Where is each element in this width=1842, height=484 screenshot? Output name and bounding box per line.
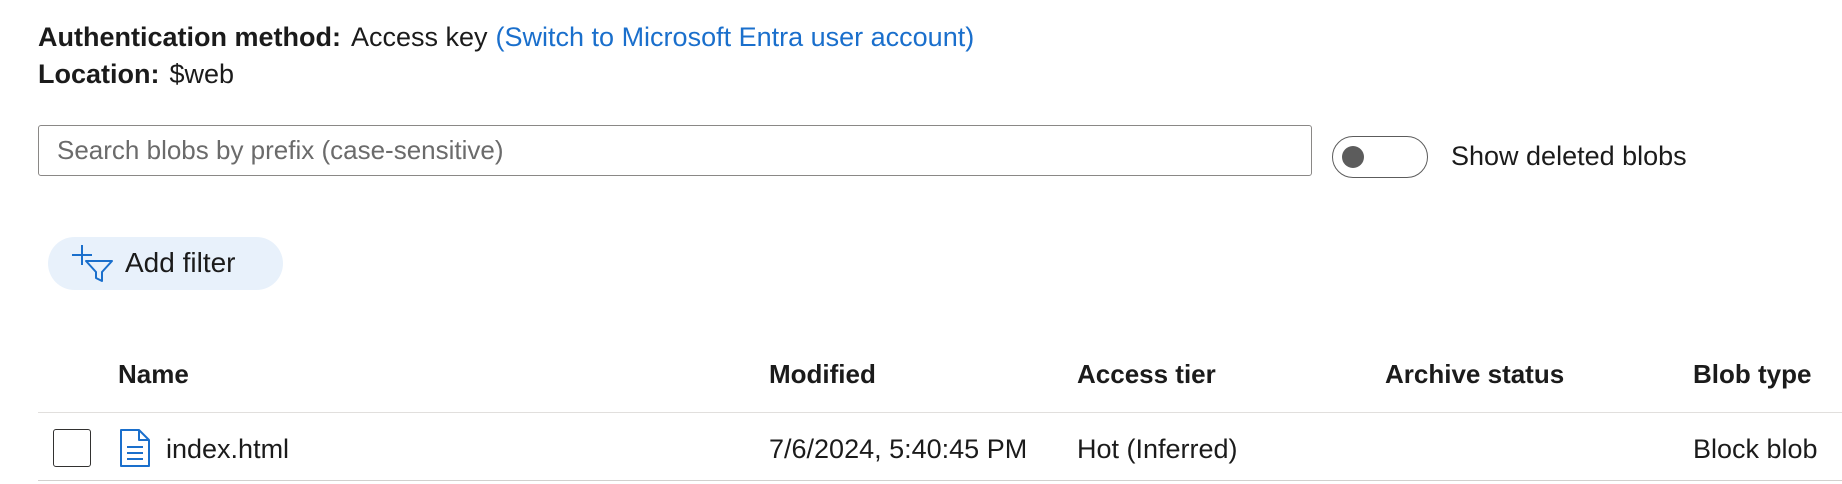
location-label: Location: (38, 59, 160, 89)
blob-type-cell: Block blob (1693, 434, 1818, 464)
authentication-method-value: Access key (350, 22, 488, 52)
column-header-access-tier[interactable]: Access tier (1077, 356, 1216, 392)
location-value: $web (169, 59, 235, 89)
table-header-divider (38, 412, 1842, 413)
blob-container-panel: Authentication method: Access key (Switch … (0, 0, 1842, 484)
document-icon (120, 429, 150, 467)
column-header-modified[interactable]: Modified (769, 356, 876, 392)
location-line: Location: $web (38, 56, 242, 92)
column-header-name[interactable]: Name (118, 356, 189, 392)
search-blobs-input[interactable] (38, 125, 1312, 176)
show-deleted-blobs-toggle[interactable] (1332, 136, 1428, 178)
row-select-checkbox[interactable] (53, 429, 91, 467)
add-filter-icon (72, 245, 113, 282)
blob-name-link[interactable]: index.html (166, 431, 289, 467)
switch-to-entra-link[interactable]: (Switch to Microsoft Entra user account) (496, 22, 975, 52)
table-row-divider (38, 480, 1842, 481)
add-filter-button[interactable]: Add filter (48, 237, 283, 290)
add-filter-label: Add filter (125, 247, 236, 278)
authentication-method-label: Authentication method: (38, 22, 341, 52)
blob-access-tier-cell: Hot (Inferred) (1077, 434, 1238, 464)
authentication-method-line: Authentication method: Access key (Switch … (38, 19, 974, 55)
blob-modified-cell: 7/6/2024, 5:40:45 PM (769, 434, 1028, 464)
show-deleted-blobs-label: Show deleted blobs (1451, 141, 1687, 171)
column-header-archive-status[interactable]: Archive status (1385, 356, 1564, 392)
toggle-knob (1342, 146, 1364, 168)
column-header-blob-type[interactable]: Blob type (1693, 356, 1811, 392)
